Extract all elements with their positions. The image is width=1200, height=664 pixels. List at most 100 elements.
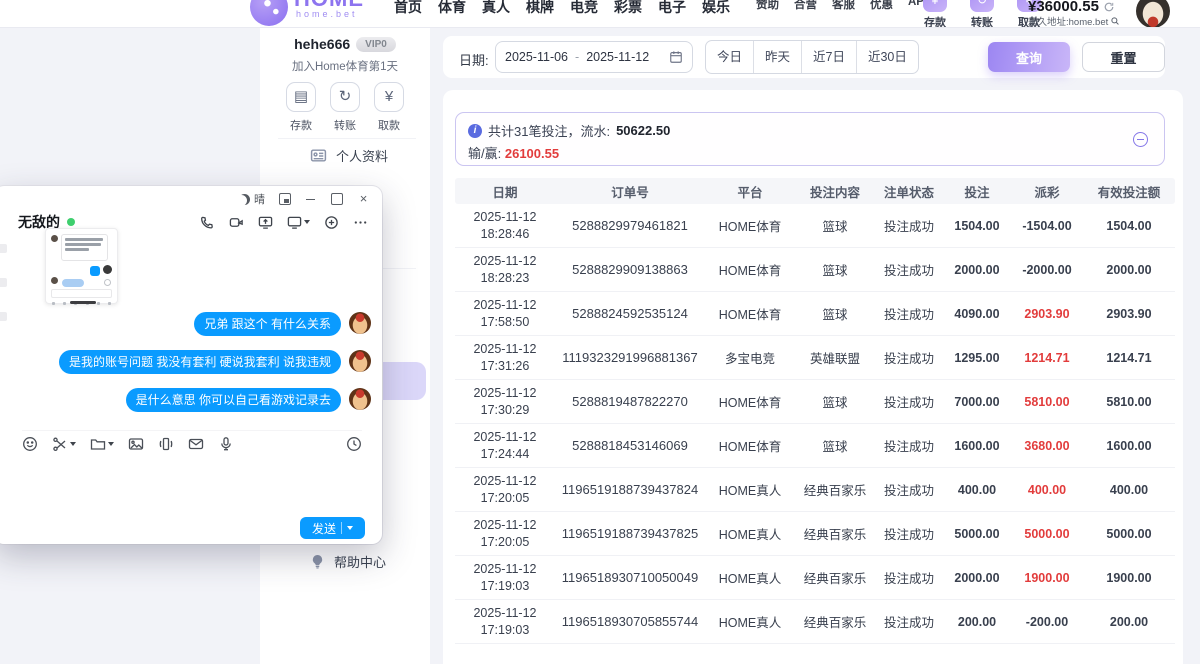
sidebar-quick-action-button[interactable]: ↻ 转账 (330, 82, 360, 133)
thumb-avatar (103, 265, 112, 274)
cell-bet-amount: 2000.00 (943, 571, 1011, 585)
cell-date: 2025-11-12 17:19:03 (455, 561, 555, 595)
main-menu-item[interactable]: 首页 (394, 0, 422, 17)
main-menu-item[interactable]: 电子 (658, 0, 686, 17)
quick-range-button[interactable]: 昨天 (753, 41, 801, 73)
cell-platform: HOME体育 (705, 392, 795, 411)
message-bubble[interactable]: 是我的账号问题 我没有套利 硬说我套利 说我违规 (59, 350, 341, 374)
secondary-menu-item[interactable]: 优惠 (870, 0, 893, 12)
cell-date: 2025-11-12 17:31:26 (455, 341, 555, 375)
join-days-text: 加入Home体育第1天 (260, 58, 430, 74)
query-button[interactable]: 查询 (988, 42, 1070, 72)
records-panel: 共计31笔投注，流水: 50622.50 输/赢: 26100.55 日期 订单… (443, 90, 1183, 664)
wallet-action-button[interactable]: ↻ 转账 (965, 0, 999, 28)
cell-order-number: 1196519188739437825 (555, 526, 705, 541)
sidebar-quick-action-icon: ↻ (330, 82, 360, 112)
cell-bet-amount: 1600.00 (943, 439, 1011, 453)
main-menu-item[interactable]: 娱乐 (702, 0, 730, 17)
shared-screenshot-image[interactable] (45, 228, 118, 304)
wallet-action-button[interactable]: ¥ 存款 (918, 0, 952, 28)
cell-bet-amount: 1504.00 (943, 219, 1011, 233)
filter-bar: 日期: 2025-11-06 - 2025-11-12 今日 昨天 近7日 近3… (443, 36, 1165, 78)
sidebar-item-profile[interactable]: 个人资料 (310, 146, 388, 165)
minimize-icon[interactable] (305, 193, 317, 205)
more-icon[interactable] (353, 215, 368, 230)
main-menu-item[interactable]: 棋牌 (526, 0, 554, 17)
table-row: 2025-11-12 17:20:05 1196519188739437824 … (455, 468, 1175, 512)
cell-valid-amount: 1600.00 (1083, 439, 1175, 453)
main-menu-item[interactable]: 体育 (438, 0, 466, 17)
image-icon[interactable] (128, 436, 144, 452)
message-bubble[interactable]: 兄弟 跟这个 有什么关系 (194, 312, 341, 336)
table-row: 2025-11-12 18:28:46 5288829979461821 HOM… (455, 204, 1175, 248)
main-menu-item[interactable]: 真人 (482, 0, 510, 17)
chevron-down-icon (108, 442, 114, 446)
sidebar-item-help-center[interactable]: 帮助中心 (310, 552, 386, 571)
table-body: 2025-11-12 18:28:46 5288829979461821 HOM… (455, 204, 1175, 644)
maximize-icon[interactable] (331, 193, 343, 205)
table-row: 2025-11-12 17:20:05 1196519188739437825 … (455, 512, 1175, 556)
cell-bet-content: 篮球 (795, 216, 875, 235)
search-icon[interactable] (1110, 16, 1120, 26)
message-bubble[interactable]: 是什么意思 你可以自己看游戏记录去 (126, 388, 341, 412)
chat-toolbar (22, 430, 362, 452)
quick-range-button[interactable]: 近7日 (801, 41, 856, 73)
close-icon[interactable]: × (357, 193, 370, 205)
picture-in-picture-icon[interactable] (279, 193, 291, 205)
cell-order-number: 5288824592535124 (555, 306, 705, 321)
screen-share-icon[interactable] (258, 215, 273, 230)
sidebar-quick-action-label: 取款 (378, 117, 400, 133)
secondary-menu-item[interactable]: 赞助 (756, 0, 779, 12)
send-button[interactable]: 发送 (300, 517, 365, 539)
date-from-value: 2025-11-06 (505, 50, 568, 64)
collapse-icon[interactable] (1133, 132, 1148, 147)
emoji-icon[interactable] (22, 436, 38, 452)
cell-valid-amount: 200.00 (1083, 615, 1175, 629)
cell-platform: HOME体育 (705, 436, 795, 455)
secondary-menu-item[interactable]: 客服 (832, 0, 855, 12)
table-row: 2025-11-12 17:24:44 5288818453146069 HOM… (455, 424, 1175, 468)
message-input-area[interactable] (10, 456, 366, 512)
cell-bet-content: 经典百家乐 (795, 612, 875, 631)
cell-payout: -200.00 (1011, 615, 1083, 629)
voice-call-icon[interactable] (200, 215, 215, 230)
remote-control-icon[interactable] (287, 215, 310, 230)
thumb-blue-bubble (90, 266, 100, 276)
refresh-balance-icon[interactable] (1103, 1, 1115, 13)
quick-range-button[interactable]: 近30日 (856, 41, 918, 73)
cell-platform: HOME体育 (705, 260, 795, 279)
chat-message: 兄弟 跟这个 有什么关系 (14, 312, 371, 336)
sidebar-quick-action-button[interactable]: ▤ 存款 (286, 82, 316, 133)
cell-date: 2025-11-12 17:58:50 (455, 297, 555, 331)
reset-button[interactable]: 重置 (1082, 42, 1165, 72)
chat-window: 晴 × 无敌的 (0, 186, 382, 544)
wallet-action-label: 存款 (924, 14, 946, 28)
main-menu-item[interactable]: 彩票 (614, 0, 642, 17)
thumb-pill (62, 279, 84, 287)
chat-history-icon[interactable] (346, 436, 362, 452)
weather-widget[interactable]: 晴 (239, 191, 265, 207)
microphone-icon[interactable] (218, 436, 234, 452)
cell-status: 投注成功 (875, 436, 943, 455)
cell-bet-amount: 200.00 (943, 615, 1011, 629)
sidebar-quick-action-button[interactable]: ¥ 取款 (374, 82, 404, 133)
cell-valid-amount: 400.00 (1083, 483, 1175, 497)
secondary-menu-item[interactable]: 合营 (794, 0, 817, 12)
chat-header-icons (200, 215, 368, 230)
cell-payout: 1214.71 (1011, 351, 1083, 365)
user-avatar[interactable] (1136, 0, 1170, 28)
mail-icon[interactable] (188, 436, 204, 452)
file-folder-icon[interactable] (90, 436, 114, 452)
main-menu-item[interactable]: 电竞 (570, 0, 598, 17)
balance-amount: ¥36000.55 (1028, 0, 1099, 15)
date-range-input[interactable]: 2025-11-06 - 2025-11-12 (495, 41, 693, 73)
screenshot-scissors-icon[interactable] (52, 436, 76, 452)
cell-date: 2025-11-12 17:30:29 (455, 385, 555, 419)
nudge-icon[interactable] (158, 436, 174, 452)
quick-range-button[interactable]: 今日 (706, 41, 753, 73)
add-app-icon[interactable] (324, 215, 339, 230)
site-logo-icon[interactable] (250, 0, 288, 26)
bets-table: 日期 订单号 平台 投注内容 注单状态 投注 派彩 有效投注额 2025-11-… (455, 178, 1175, 644)
video-call-icon[interactable] (229, 215, 244, 230)
wallet-actions: ¥ 存款 ↻ 转账 ¥ 取款 (918, 0, 1046, 28)
